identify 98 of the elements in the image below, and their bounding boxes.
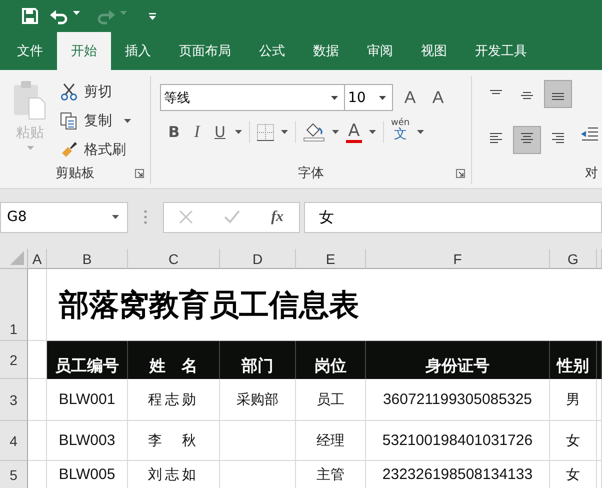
formula-field[interactable]: 女 <box>304 202 602 232</box>
header-cell: 岗位 <box>296 341 366 379</box>
header-cell: 性别 <box>550 341 597 379</box>
fill-color-icon[interactable] <box>303 122 325 142</box>
brush-icon <box>60 141 78 159</box>
caret-icon <box>26 146 34 150</box>
group-label: 剪贴板 <box>56 165 94 182</box>
header-cell: 身份证号 <box>366 341 550 379</box>
ribbon-tab[interactable]: 开始 <box>57 32 111 70</box>
font-size-field[interactable]: 10 <box>344 84 393 111</box>
clipboard-action-button[interactable]: 格式刷 <box>58 138 133 162</box>
column-header[interactable]: E <box>296 249 366 269</box>
column-header[interactable]: C <box>128 249 220 269</box>
table-cell[interactable] <box>28 269 47 341</box>
increase-font-button[interactable]: A <box>399 86 421 110</box>
row-header[interactable]: 1 <box>0 269 28 341</box>
table-cell: 女 <box>550 421 597 461</box>
align-lines-icon <box>521 92 533 98</box>
borders-icon[interactable] <box>257 124 274 140</box>
customize-icon[interactable] <box>149 12 156 20</box>
caret-icon[interactable] <box>369 130 376 134</box>
column-header[interactable]: B <box>47 249 128 269</box>
italic-button[interactable]: I <box>189 120 205 144</box>
insert-function-button[interactable]: fx <box>271 208 284 226</box>
header-cell <box>597 341 602 379</box>
ribbon-tab[interactable]: 数据 <box>299 32 353 70</box>
underline-button[interactable]: U <box>212 120 228 144</box>
table-cell: 李 秋 <box>128 421 220 461</box>
name-box[interactable]: G8 <box>0 202 128 232</box>
ribbon-tab[interactable]: 开发工具 <box>461 32 541 70</box>
copy-icon <box>60 112 78 130</box>
row-header[interactable]: 4 <box>0 421 28 461</box>
header-cell: 部门 <box>220 341 296 379</box>
clipboard-action-button[interactable]: 复制 <box>58 109 133 133</box>
table-cell: BLW003 <box>47 421 128 461</box>
caret-icon <box>379 96 386 100</box>
table-cell: 360721199305085325 <box>366 379 550 421</box>
undo-icon[interactable] <box>49 7 69 25</box>
indent-icon[interactable] <box>580 126 598 142</box>
column-header[interactable]: D <box>220 249 296 269</box>
align-button[interactable] <box>513 126 541 154</box>
header-cell: 姓 名 <box>128 341 220 379</box>
table-cell: BLW005 <box>47 461 128 488</box>
align-lines-icon <box>521 133 533 143</box>
dialog-launcher-icon[interactable] <box>135 169 144 178</box>
row-header[interactable]: 5 <box>0 461 28 488</box>
triangle-icon <box>10 251 24 265</box>
row-header[interactable]: 3 <box>0 379 28 421</box>
table-cell: 程志勋 <box>128 379 220 421</box>
table-cell: 主管 <box>296 461 366 488</box>
table-cell: 经理 <box>296 421 366 461</box>
ribbon-tab[interactable]: 公式 <box>245 32 299 70</box>
bold-button[interactable]: B <box>166 120 182 144</box>
caret-icon[interactable] <box>281 130 288 134</box>
clipboard-action-button[interactable]: 剪切 <box>58 80 133 104</box>
ribbon-tab[interactable]: 插入 <box>111 32 165 70</box>
table-cell: 员工 <box>296 379 366 421</box>
column-header[interactable]: A <box>28 249 47 269</box>
save-icon[interactable] <box>21 7 39 25</box>
caret-icon <box>120 11 127 15</box>
header-cell: 员工编号 <box>47 341 128 379</box>
caret-icon[interactable] <box>73 11 80 15</box>
table-cell: 女 <box>550 461 597 488</box>
row-header[interactable]: 2 <box>0 341 28 379</box>
table-cell: BLW001 <box>47 379 128 421</box>
table-cell: 232326198508134133 <box>366 461 550 488</box>
table-cell: 采购部 <box>220 379 296 421</box>
table-cell: 532100198401031726 <box>366 421 550 461</box>
align-lines-icon <box>552 92 564 100</box>
align-lines-icon <box>490 133 502 143</box>
table-cell: 男 <box>550 379 597 421</box>
ribbon-tab[interactable]: 页面布局 <box>165 32 245 70</box>
column-header[interactable]: F <box>366 249 550 269</box>
font-color-button[interactable]: A <box>346 121 362 143</box>
clipboard-icon <box>13 80 47 120</box>
group-label: 对 <box>585 165 598 182</box>
grip-icon <box>144 210 147 224</box>
ribbon-tab[interactable]: 审阅 <box>353 32 407 70</box>
align-lines-icon <box>552 133 564 143</box>
caret-icon <box>331 96 338 100</box>
group-label: 字体 <box>298 165 324 182</box>
table-cell: 刘志如 <box>128 461 220 488</box>
caret-icon[interactable] <box>332 130 339 134</box>
ribbon-tab[interactable]: 文件 <box>3 32 57 70</box>
phonetic-button[interactable]: wén 文 <box>391 119 410 145</box>
align-button[interactable] <box>544 80 572 108</box>
font-name-field[interactable]: 等线 <box>160 84 345 111</box>
dialog-launcher-icon[interactable] <box>456 169 465 178</box>
table-cell[interactable] <box>28 379 47 421</box>
caret-icon <box>112 215 119 219</box>
scissors-icon <box>60 83 78 101</box>
caret-icon[interactable] <box>235 130 242 134</box>
align-lines-icon <box>490 90 502 94</box>
table-cell[interactable] <box>28 421 47 461</box>
column-header[interactable]: G <box>550 249 597 269</box>
ribbon-tab[interactable]: 视图 <box>407 32 461 70</box>
caret-icon[interactable] <box>416 130 424 134</box>
decrease-font-button[interactable]: A <box>427 86 449 110</box>
